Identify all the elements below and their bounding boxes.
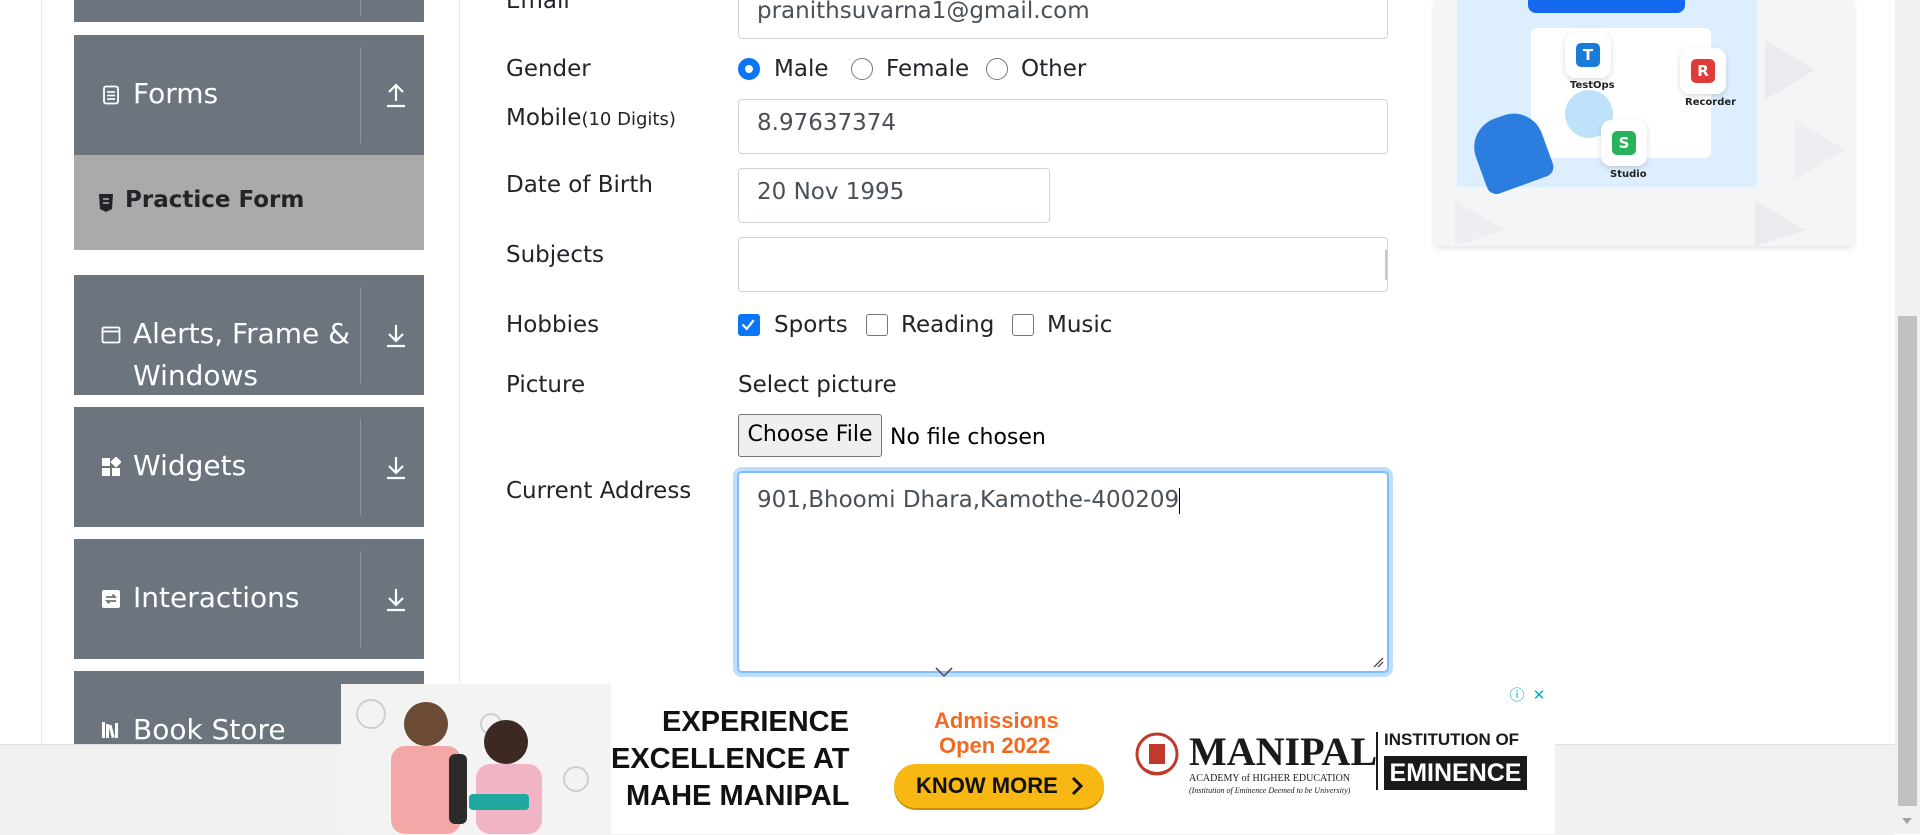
- content-divider: [459, 0, 460, 744]
- ad-headline-line1: EXPERIENCE: [662, 706, 849, 738]
- ad-headline-line3: MAHE MANIPAL: [626, 780, 850, 812]
- text-cursor: [1179, 487, 1181, 514]
- resize-handle-icon[interactable]: [1372, 656, 1384, 668]
- checkmark-icon: [741, 319, 755, 331]
- download-arrow-icon[interactable]: [384, 321, 408, 349]
- group-divider: [360, 47, 361, 143]
- studio-logo-icon: S: [1601, 120, 1647, 166]
- testops-logo-icon: T: [1565, 32, 1611, 78]
- hobbies-label: Hobbies: [506, 312, 600, 338]
- recorder-logo-icon: R: [1680, 48, 1726, 94]
- download-arrow-icon[interactable]: [384, 585, 408, 613]
- group-divider: [360, 419, 361, 515]
- gender-male-radio[interactable]: [738, 58, 760, 80]
- current-address-textarea[interactable]: 901,Bhoomi Dhara,Kamothe-400209: [737, 471, 1389, 673]
- download-arrow-icon[interactable]: [384, 453, 408, 481]
- address-text: 901,Bhoomi Dhara,Kamothe-400209: [757, 487, 1180, 513]
- document-icon: [103, 85, 119, 105]
- ad-admissions-line1: Admissions: [934, 708, 1059, 733]
- mobile-field[interactable]: 8.97637374: [738, 99, 1388, 154]
- manipal-tagline: (Institution of Eminence Deemed to be Un…: [1189, 786, 1351, 795]
- subjects-input-scroll-edge: [1385, 250, 1387, 280]
- group-divider: [360, 287, 361, 383]
- email-field[interactable]: pranithsuvarna1@gmail.com: [738, 0, 1388, 39]
- testops-glyph: T: [1576, 43, 1600, 67]
- dob-label: Date of Birth: [506, 172, 653, 198]
- ad-headline-line2: EXCELLENCE AT: [611, 743, 850, 775]
- know-more-button[interactable]: KNOW MORE: [894, 764, 1104, 808]
- katalon-ad[interactable]: T TestOps R Recorder S Studio: [1435, 0, 1853, 246]
- group-divider: [360, 0, 361, 16]
- testops-label: TestOps: [1570, 80, 1615, 91]
- ad-info-icon[interactable]: ⓘ: [1507, 685, 1527, 705]
- eminence-badge: EMINENCE: [1384, 756, 1527, 790]
- scroll-down-arrow-icon[interactable]: [1899, 815, 1915, 827]
- window-icon: [101, 326, 121, 344]
- sidebar-item-practice-form[interactable]: Practice Form: [74, 155, 424, 250]
- sidebar-group-label: Alerts, Frame &: [133, 317, 351, 350]
- page-scrollbar-thumb[interactable]: [1898, 316, 1917, 806]
- subjects-input[interactable]: [738, 237, 1388, 292]
- mobile-label-text: Mobile: [506, 105, 582, 131]
- sidebar-group-label-line2: Windows: [133, 359, 258, 392]
- gender-other-radio[interactable]: [986, 58, 1008, 80]
- email-label: Email: [506, 0, 570, 14]
- hobby-label[interactable]: Sports: [774, 312, 848, 338]
- manipal-emblem-icon: [1135, 732, 1179, 776]
- sidebar-group-label: Widgets: [133, 449, 247, 482]
- choose-file-button[interactable]: Choose File: [738, 414, 882, 457]
- ad-students-photo: [341, 684, 611, 834]
- chevron-down-icon[interactable]: [934, 666, 954, 678]
- gender-option-label[interactable]: Male: [774, 56, 828, 82]
- know-more-label: KNOW MORE: [916, 773, 1058, 798]
- hobby-reading-checkbox[interactable]: [866, 314, 888, 336]
- sidebar-group-label: Forms: [133, 77, 219, 110]
- studio-label: Studio: [1610, 169, 1647, 180]
- recorder-glyph: R: [1691, 59, 1715, 83]
- current-address-label: Current Address: [506, 478, 692, 504]
- gender-option-label[interactable]: Other: [1021, 56, 1086, 82]
- manipal-brand: MANIPAL: [1189, 729, 1378, 774]
- ad-close-icon[interactable]: ✕: [1529, 685, 1549, 705]
- studio-glyph: S: [1612, 131, 1636, 155]
- gender-label: Gender: [506, 56, 591, 82]
- hobby-label[interactable]: Music: [1047, 312, 1112, 338]
- group-divider: [360, 551, 361, 647]
- ad-admissions-line2: Open 2022: [939, 733, 1051, 758]
- subjects-label: Subjects: [506, 242, 604, 268]
- sidebar-item-label: Practice Form: [125, 187, 305, 213]
- upload-arrow-icon[interactable]: [384, 81, 408, 109]
- widgets-icon: [102, 457, 121, 476]
- hobby-music-checkbox[interactable]: [1012, 314, 1034, 336]
- mobile-hint: (10 Digits): [581, 109, 676, 130]
- recorder-label: Recorder: [1685, 97, 1737, 108]
- books-icon: [102, 722, 118, 739]
- manipal-banner-ad[interactable]: EXPERIENCE EXCELLENCE AT MAHE MANIPAL Ad…: [341, 684, 1555, 834]
- select-picture-label: Select picture: [738, 372, 897, 398]
- file-status-text: No file chosen: [890, 425, 1046, 450]
- brand-divider: [1376, 732, 1378, 790]
- sidebar-group-label: Interactions: [133, 581, 300, 614]
- sidebar-group-elements-partial[interactable]: [74, 0, 424, 22]
- ad-cta-button[interactable]: [1528, 0, 1685, 13]
- date-of-birth-input[interactable]: 20 Nov 1995: [738, 168, 1050, 223]
- picture-label: Picture: [506, 372, 586, 398]
- sidebar-group-interactions[interactable]: Interactions: [74, 539, 424, 659]
- gender-option-label[interactable]: Female: [886, 56, 969, 82]
- sidebar-group-widgets[interactable]: Widgets: [74, 407, 424, 527]
- hobby-label[interactable]: Reading: [901, 312, 994, 338]
- hobby-sports-checkbox[interactable]: [738, 314, 760, 336]
- sidebar-group-forms[interactable]: Forms: [74, 35, 424, 155]
- mobile-label: Mobile(10 Digits): [506, 105, 676, 131]
- chevron-right-icon: [1071, 776, 1084, 796]
- interactions-icon: [102, 590, 120, 608]
- manipal-subtitle: ACADEMY of HIGHER EDUCATION: [1189, 773, 1351, 784]
- html-file-icon: [99, 194, 113, 212]
- sidebar-group-alerts[interactable]: Alerts, Frame & Windows: [74, 275, 424, 395]
- page-left-border: [41, 0, 42, 744]
- institution-of-label: INSTITUTION OF: [1384, 730, 1520, 749]
- gender-female-radio[interactable]: [851, 58, 873, 80]
